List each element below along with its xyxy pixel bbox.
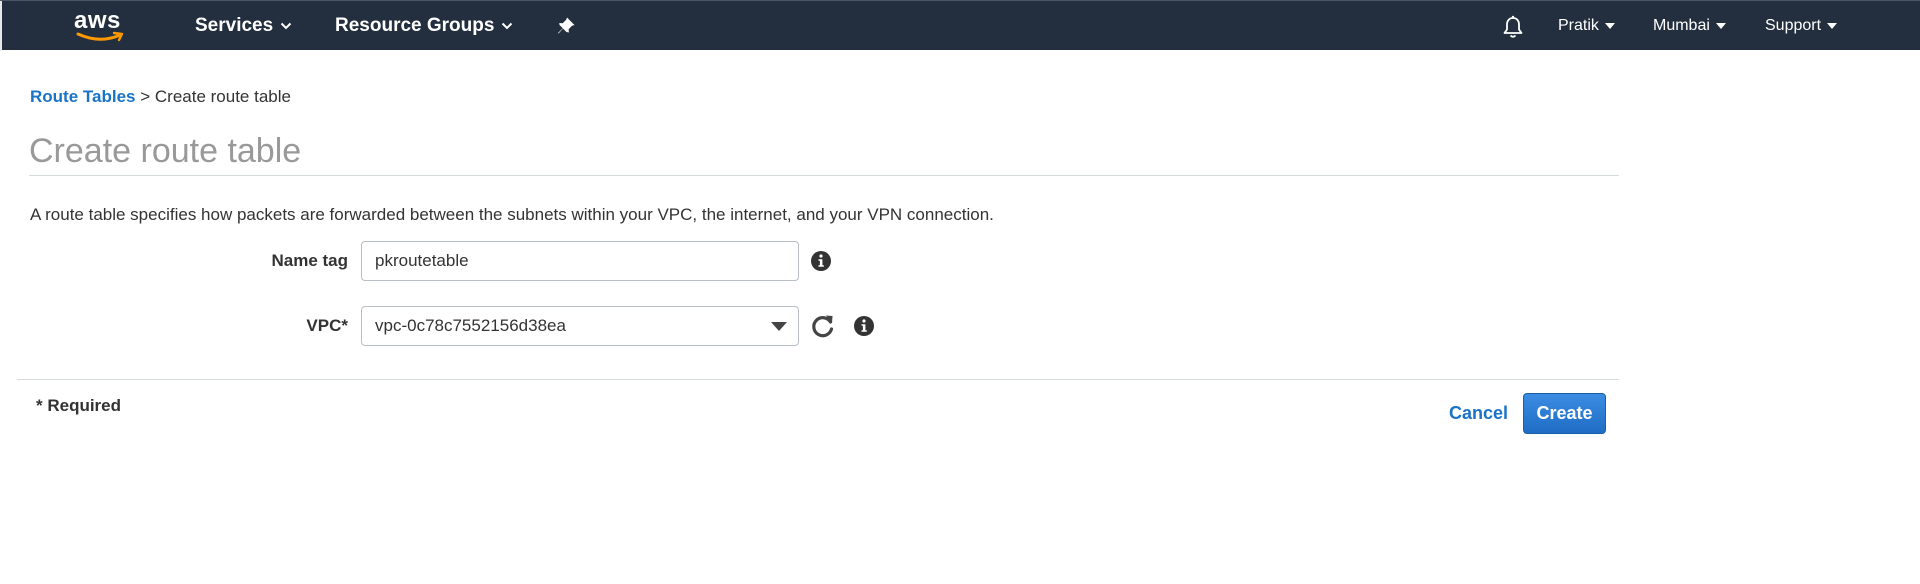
breadcrumb: Route Tables > Create route table	[30, 87, 291, 107]
create-button[interactable]: Create	[1523, 393, 1606, 434]
name-tag-label: Name tag	[271, 251, 348, 270]
chevron-down-icon	[280, 22, 292, 30]
chevron-down-icon	[502, 22, 513, 30]
support-menu[interactable]: Support	[1765, 1, 1838, 51]
bell-icon[interactable]	[1502, 15, 1524, 39]
vpc-info-icon[interactable]	[853, 315, 875, 337]
title-divider	[29, 175, 1619, 176]
top-navigation-bar: aws Services Resource Groups Pratik Mumb…	[0, 0, 1920, 51]
caret-down-icon	[1604, 23, 1615, 29]
cancel-button[interactable]: Cancel	[1449, 403, 1508, 424]
breadcrumb-route-tables-link[interactable]: Route Tables	[30, 87, 135, 106]
vpc-value: vpc-0c78c7552156d38ea	[375, 316, 566, 335]
vpc-select[interactable]: vpc-0c78c7552156d38ea	[361, 306, 799, 346]
services-menu[interactable]: Services	[195, 1, 292, 51]
footer-divider	[17, 379, 1619, 380]
page-description: A route table specifies how packets are …	[30, 205, 994, 224]
caret-down-icon	[1827, 23, 1838, 29]
page-title: Create route table	[29, 132, 302, 170]
caret-down-icon	[1715, 23, 1726, 29]
dropdown-caret-icon	[771, 322, 787, 331]
aws-logo[interactable]: aws	[74, 7, 128, 43]
vpc-label: VPC*	[306, 316, 348, 335]
region-label: Mumbai	[1653, 17, 1710, 34]
region-menu[interactable]: Mumbai	[1653, 1, 1726, 51]
name-tag-value: pkroutetable	[375, 251, 469, 270]
pin-icon[interactable]	[556, 16, 576, 36]
refresh-icon[interactable]	[810, 313, 836, 339]
aws-smile-icon	[76, 31, 124, 42]
breadcrumb-separator: >	[140, 87, 151, 106]
name-tag-info-icon[interactable]	[810, 250, 832, 272]
user-label: Pratik	[1558, 17, 1599, 34]
resource-groups-menu[interactable]: Resource Groups	[335, 1, 513, 51]
support-label: Support	[1765, 17, 1822, 34]
name-tag-input[interactable]: pkroutetable	[361, 241, 799, 281]
breadcrumb-current: Create route table	[154, 87, 291, 106]
user-menu[interactable]: Pratik	[1558, 1, 1615, 51]
services-label: Services	[195, 15, 274, 36]
resource-groups-label: Resource Groups	[335, 15, 495, 36]
required-note: * Required	[36, 396, 122, 415]
nav-left-edge	[0, 1, 2, 51]
